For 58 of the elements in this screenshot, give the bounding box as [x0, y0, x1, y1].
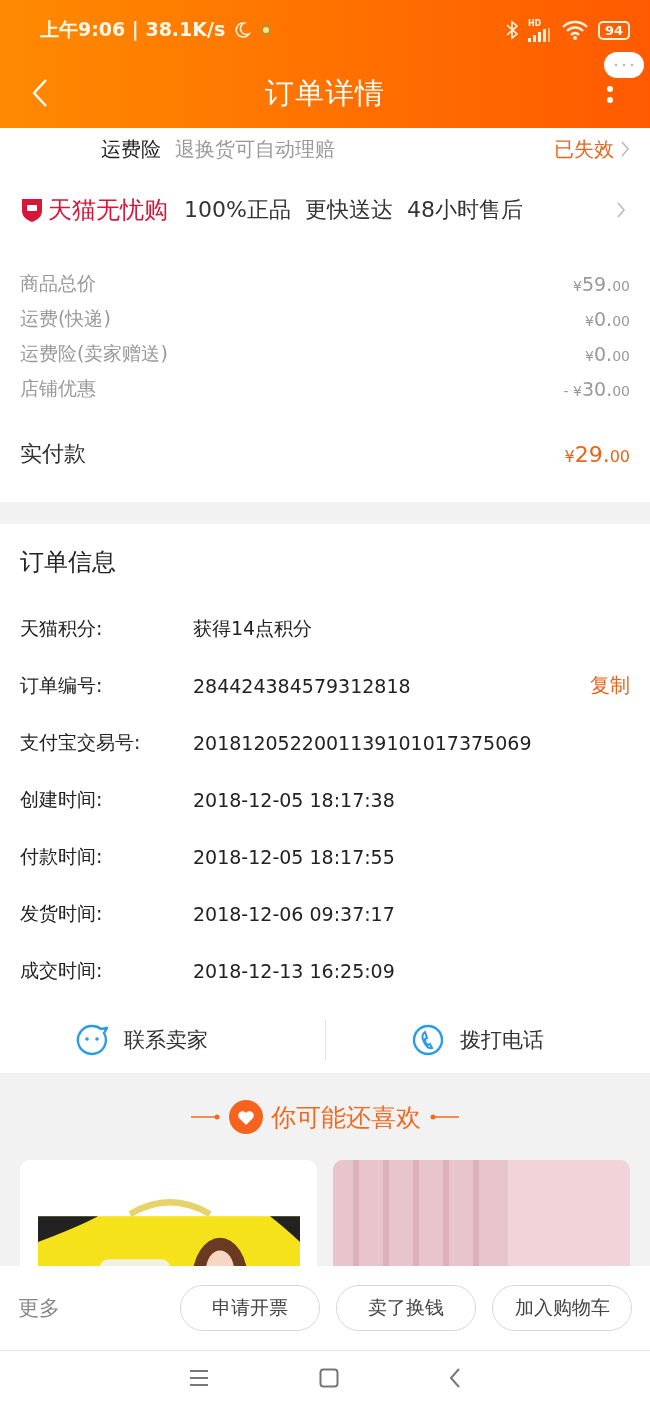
home-icon[interactable]	[319, 1367, 339, 1388]
divider-ornament-icon	[191, 1114, 221, 1120]
divider-ornament-icon	[429, 1114, 459, 1120]
insurance-description: 退换货可自动理赔	[175, 135, 336, 163]
info-label: 创建时间:	[20, 786, 104, 812]
guarantee-feature: 更快送达	[304, 196, 393, 224]
insurance-name: 运费险	[101, 135, 161, 163]
status-time: 上午9:06 | 38.1K/s	[40, 17, 226, 43]
action-button[interactable]: 加入购物车	[492, 1285, 632, 1331]
phone-icon	[411, 1024, 444, 1056]
notification-icon	[259, 23, 274, 37]
info-value: 2018-12-06 09:37:17	[193, 902, 396, 925]
info-value: 2018-12-05 18:17:38	[193, 788, 396, 811]
info-label: 订单编号:	[20, 672, 104, 698]
recommend-title: 你可能还喜欢	[271, 1101, 421, 1134]
info-label: 付款时间:	[20, 843, 104, 869]
price-label: 运费(快递)	[20, 305, 111, 331]
guarantee-feature: 100%正品	[184, 196, 291, 224]
chat-face-icon	[76, 1024, 109, 1056]
info-label: 支付宝交易号:	[20, 729, 142, 755]
call-button[interactable]: 拨打电话	[407, 1020, 548, 1060]
guarantee-feature: 48小时售后	[406, 196, 523, 224]
info-value: 284424384579312818	[193, 674, 412, 697]
action-button[interactable]: 申请开票	[180, 1285, 320, 1331]
price-label: 运费险(卖家赠送)	[20, 340, 168, 366]
info-label: 发货时间:	[20, 900, 104, 926]
chevron-right-icon[interactable]	[620, 140, 630, 158]
page-title: 订单详情	[265, 75, 385, 112]
moon-icon	[233, 21, 252, 39]
price-label: 店铺优惠	[20, 375, 96, 401]
contact-seller-button[interactable]: 联系卖家	[72, 1020, 213, 1060]
info-label: 天猫积分:	[20, 615, 104, 641]
network-label: HD	[527, 18, 542, 28]
info-value: 2018120522001139101017375069	[193, 731, 533, 754]
wifi-icon	[561, 20, 588, 40]
info-value: 2018-12-05 18:17:55	[193, 845, 396, 868]
brand-name: 天猫无忧购	[48, 195, 168, 226]
price-amount: ¥0.00	[585, 307, 630, 330]
price-amount: ¥29.00	[564, 441, 630, 467]
info-label: 成交时间:	[20, 957, 104, 983]
signal-icon	[527, 27, 552, 42]
info-value: 2018-12-13 16:25:09	[193, 959, 396, 982]
action-button[interactable]: 卖了换钱	[336, 1285, 476, 1331]
chevron-right-icon[interactable]	[616, 201, 626, 219]
back-icon[interactable]	[449, 1367, 461, 1388]
price-amount: ¥0.00	[585, 342, 630, 365]
total-label: 实付款	[20, 440, 86, 468]
shield-logo-icon	[20, 197, 44, 223]
menu-icon[interactable]	[189, 1368, 209, 1387]
battery-level: 94	[597, 20, 630, 40]
back-icon[interactable]	[30, 77, 50, 109]
bluetooth-icon	[505, 20, 518, 40]
info-value: 获得14点积分	[193, 615, 314, 641]
section-title: 订单信息	[20, 547, 117, 578]
price-label: 商品总价	[20, 270, 96, 296]
more-link[interactable]: 更多	[18, 1294, 164, 1322]
price-amount: - ¥30.00	[563, 377, 630, 400]
price-amount: ¥59.00	[573, 272, 630, 295]
